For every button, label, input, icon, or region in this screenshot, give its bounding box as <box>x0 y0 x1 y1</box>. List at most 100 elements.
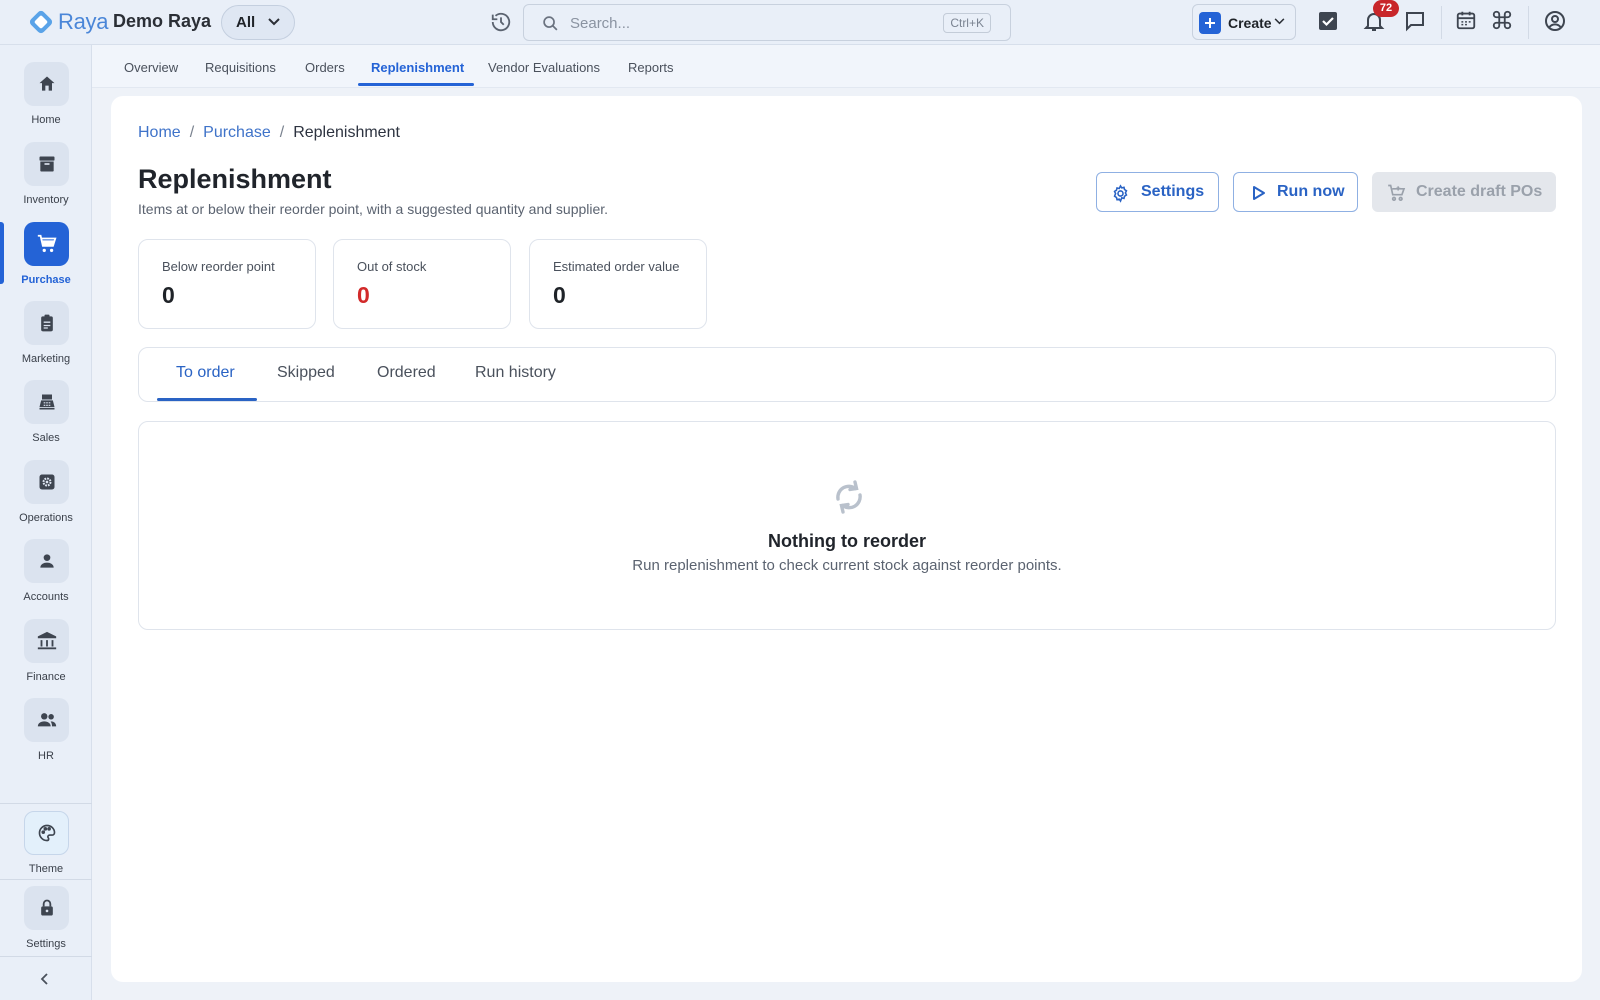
settings-button[interactable]: Settings <box>1096 172 1219 212</box>
breadcrumb-separator: / <box>189 124 195 141</box>
account-icon[interactable] <box>1543 9 1569 35</box>
notification-badge: 72 <box>1373 0 1399 17</box>
active-tab-indicator <box>358 83 474 86</box>
sidebar-item-label: Home <box>31 114 61 126</box>
stat-label: Below reorder point <box>162 259 275 274</box>
gear-icon <box>1113 184 1128 203</box>
content-tabs: To order Skipped Ordered Run history <box>138 347 1556 402</box>
cog-box-icon <box>24 460 69 504</box>
tab-to-order[interactable]: To order <box>176 364 235 382</box>
tab-skipped[interactable]: Skipped <box>277 364 335 382</box>
chevron-down-icon <box>1274 18 1285 25</box>
sidebar-item-settings[interactable]: Settings <box>0 886 92 966</box>
company-name: Demo Raya <box>113 11 212 31</box>
sidebar-item-label: Settings <box>26 938 66 950</box>
brand-name: Raya <box>58 9 109 34</box>
breadcrumb-home[interactable]: Home <box>138 124 181 141</box>
cart-add-icon <box>1388 184 1406 201</box>
tab-requisitions[interactable]: Requisitions <box>205 60 276 75</box>
create-button[interactable]: Create <box>1192 4 1296 40</box>
active-tab-indicator <box>157 398 257 401</box>
sidebar-divider <box>0 803 92 804</box>
sidebar-item-label: Inventory <box>23 194 69 206</box>
stat-value: 0 <box>357 282 370 308</box>
breadcrumb-purchase[interactable]: Purchase <box>203 124 271 141</box>
page-title: Replenishment <box>138 164 332 194</box>
sidebar-item-finance[interactable]: Finance <box>0 619 92 699</box>
sidebar-item-accounts[interactable]: Accounts <box>0 539 92 619</box>
stat-value: 0 <box>162 282 175 308</box>
search-input[interactable]: Search... Ctrl+K <box>523 4 1011 41</box>
command-icon[interactable] <box>1491 9 1517 35</box>
sidebar-item-label: HR <box>38 750 54 762</box>
refresh-icon <box>836 480 862 514</box>
create-label: Create <box>1228 15 1272 31</box>
scope-selector[interactable]: All <box>221 5 295 40</box>
sidebar-item-label: Purchase <box>21 274 71 286</box>
stat-label: Estimated order value <box>553 259 680 274</box>
cart-icon <box>24 222 69 266</box>
tab-ordered[interactable]: Ordered <box>377 364 436 382</box>
sidebar-item-label: Sales <box>32 432 60 444</box>
run-now-button-label: Run now <box>1277 183 1345 200</box>
play-icon <box>1253 186 1265 200</box>
sidebar-item-sales[interactable]: Sales <box>0 380 92 460</box>
sidebar-item-label: Accounts <box>23 591 69 603</box>
stat-label: Out of stock <box>357 259 427 274</box>
empty-state: Nothing to reorder Run replenishment to … <box>138 421 1556 630</box>
collapse-sidebar-icon[interactable] <box>38 972 52 991</box>
search-placeholder: Search... <box>570 15 631 32</box>
create-draft-pos-label: Create draft POs <box>1416 183 1543 200</box>
sidebar-item-label: Operations <box>19 512 73 524</box>
top-bar: Raya Demo Raya All Search... Ctrl+K Crea… <box>0 0 1600 45</box>
sidebar-item-label: Marketing <box>21 353 71 365</box>
tasks-icon[interactable] <box>1316 9 1342 35</box>
plus-icon <box>1199 12 1221 34</box>
person-icon <box>24 539 69 583</box>
search-shortcut: Ctrl+K <box>943 13 991 33</box>
tab-replenishment[interactable]: Replenishment <box>371 60 464 75</box>
sidebar-divider <box>0 879 92 880</box>
sidebar-divider <box>0 956 92 957</box>
sidebar-item-hr[interactable]: HR <box>0 698 92 778</box>
sidebar-item-operations[interactable]: Operations <box>0 460 92 540</box>
settings-button-label: Settings <box>1141 183 1205 200</box>
breadcrumb: Home / Purchase / Replenishment <box>138 124 400 142</box>
search-icon <box>543 16 558 31</box>
tab-run-history[interactable]: Run history <box>475 364 556 382</box>
tab-reports[interactable]: Reports <box>628 60 674 75</box>
create-draft-pos-button[interactable]: Create draft POs <box>1372 172 1556 212</box>
sidebar-item-home[interactable]: Home <box>0 62 92 142</box>
clipboard-icon <box>24 301 69 345</box>
chevron-down-icon <box>268 18 280 26</box>
breadcrumb-separator: / <box>279 124 285 141</box>
breadcrumb-current: Replenishment <box>293 124 400 141</box>
empty-state-title: Nothing to reorder <box>768 531 926 551</box>
stat-value: 0 <box>553 282 566 308</box>
tab-vendor-evaluations[interactable]: Vendor Evaluations <box>488 60 600 75</box>
page-subtitle: Items at or below their reorder point, w… <box>138 201 609 217</box>
lock-icon <box>24 886 69 930</box>
chat-icon[interactable] <box>1403 9 1429 35</box>
home-icon <box>24 62 69 106</box>
scope-label: All <box>236 14 256 31</box>
toolbar-divider <box>1528 6 1529 39</box>
register-icon <box>24 380 69 424</box>
people-icon <box>24 698 69 742</box>
run-now-button[interactable]: Run now <box>1233 172 1358 212</box>
history-icon[interactable] <box>490 11 512 38</box>
tab-orders[interactable]: Orders <box>305 60 345 75</box>
stat-card-out-of-stock: Out of stock 0 <box>333 239 511 329</box>
sidebar-item-purchase[interactable]: Purchase <box>0 222 92 302</box>
stat-card-order-value: Estimated order value 0 <box>529 239 707 329</box>
sidebar: Home Inventory Purchase Marketing Sales … <box>0 45 92 1000</box>
empty-state-message: Run replenishment to check current stock… <box>632 557 1062 574</box>
sidebar-item-marketing[interactable]: Marketing <box>0 301 92 381</box>
calendar-icon[interactable] <box>1455 9 1481 35</box>
sidebar-item-label: Finance <box>26 671 66 683</box>
palette-icon <box>24 811 69 855</box>
tab-overview[interactable]: Overview <box>124 60 178 75</box>
toolbar-divider <box>1441 6 1442 39</box>
sidebar-item-inventory[interactable]: Inventory <box>0 142 92 222</box>
app-logo[interactable]: Raya <box>26 7 108 37</box>
